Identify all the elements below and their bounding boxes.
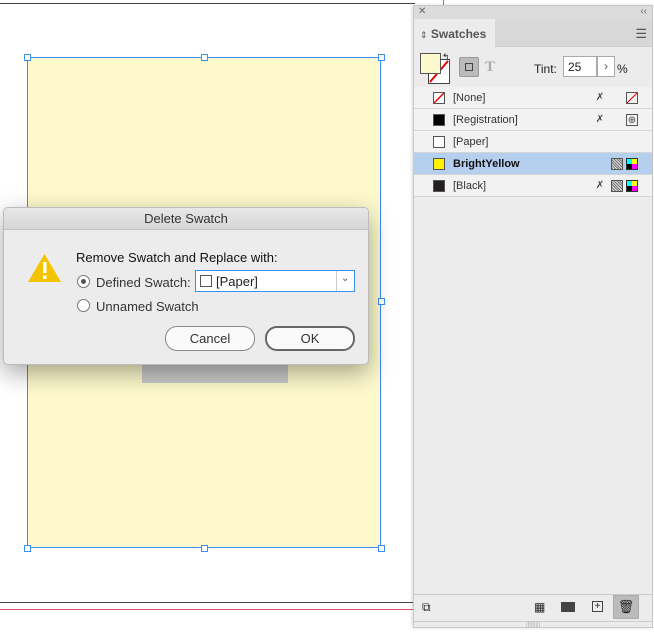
paper-chip — [200, 275, 212, 287]
unnamed-swatch-label: Unnamed Swatch — [96, 299, 199, 314]
dialog-title: Delete Swatch — [4, 208, 368, 230]
ok-button[interactable]: OK — [265, 326, 355, 351]
cmyk-icon — [626, 180, 638, 192]
handle-tr[interactable] — [378, 54, 385, 61]
process-icon — [611, 180, 623, 192]
swatch-row-registration[interactable]: [Registration] ✗ ⊕ — [414, 109, 652, 131]
defined-swatch-label: Defined Swatch: — [96, 275, 191, 290]
updown-icon: ⇕ — [420, 30, 428, 40]
gray-object — [142, 362, 288, 383]
page-edge-top — [0, 3, 415, 4]
panel-footer: ⧉ ▦ + 🗑 — [414, 594, 652, 620]
panel-header: ✕ ‹‹ — [414, 6, 652, 19]
page-edge-bottom — [0, 602, 415, 603]
swatch-chip — [433, 114, 445, 126]
swatch-row-black[interactable]: [Black] ✗ — [414, 175, 652, 197]
tab-row: ⇕ Swatches ☰ — [414, 19, 652, 47]
warning-icon — [28, 254, 61, 282]
cancel-button[interactable]: Cancel — [165, 326, 255, 351]
defined-swatch-radio[interactable] — [77, 275, 90, 288]
tint-input[interactable]: 25 — [563, 56, 597, 77]
swatch-row-paper[interactable]: [Paper] — [414, 131, 652, 153]
new-swatch-icon[interactable]: + — [592, 601, 603, 612]
delete-swatch-dialog: Delete Swatch Remove Swatch and Replace … — [3, 207, 369, 365]
bleed-guide — [0, 609, 415, 610]
cmyk-icon — [626, 158, 638, 170]
swatch-select[interactable]: [Paper] ⌄ — [195, 270, 355, 292]
swatch-chip — [433, 158, 445, 170]
tint-arrow-button[interactable]: › — [597, 56, 615, 77]
tab-swatches[interactable]: ⇕ Swatches — [414, 19, 495, 47]
swatch-views-icon[interactable]: ▦ — [534, 600, 545, 614]
prompt-text: Remove Swatch and Replace with: — [76, 250, 278, 265]
container-button[interactable] — [459, 57, 479, 77]
no-edit-icon: ✗ — [595, 180, 605, 191]
fill-swatch[interactable] — [420, 53, 441, 74]
unnamed-swatch-radio[interactable] — [77, 299, 90, 312]
swatch-row-none[interactable]: [None] ✗ — [414, 87, 652, 109]
handle-tm[interactable] — [201, 54, 208, 61]
handle-br[interactable] — [378, 545, 385, 552]
swatch-row-brightyellow[interactable]: BrightYellow — [414, 153, 652, 175]
delete-swatch-icon[interactable]: 🗑 — [613, 595, 639, 619]
handle-mr[interactable] — [378, 298, 385, 305]
no-edit-icon: ✗ — [595, 92, 605, 103]
swatch-chip — [433, 136, 445, 148]
text-icon[interactable]: T — [485, 59, 495, 76]
close-icon[interactable]: ✕ — [418, 6, 426, 17]
swap-icon[interactable]: ↰ — [442, 52, 450, 63]
handle-tl[interactable] — [24, 54, 31, 61]
chevron-down-icon: ⌄ — [341, 273, 350, 284]
handle-bm[interactable] — [201, 545, 208, 552]
resize-grip[interactable]: ||||||||| — [414, 621, 652, 628]
process-icon — [611, 158, 623, 170]
place-swatches-icon[interactable]: ⧉ — [422, 600, 431, 615]
collapse-icon[interactable]: ‹‹ — [640, 6, 647, 17]
tint-label: Tint: — [534, 62, 557, 76]
no-edit-icon: ✗ — [595, 114, 605, 125]
none-type-icon — [626, 92, 638, 104]
handle-bl[interactable] — [24, 545, 31, 552]
swatch-chip — [433, 92, 445, 104]
panel-menu-icon[interactable]: ☰ — [635, 26, 647, 42]
new-group-icon[interactable] — [561, 602, 575, 612]
swatch-chip — [433, 180, 445, 192]
tint-unit: % — [617, 62, 628, 76]
registration-icon: ⊕ — [626, 114, 638, 126]
swatches-panel: ✕ ‹‹ ⇕ Swatches ☰ ↰ T Tint: 25 › % [None… — [413, 5, 653, 628]
